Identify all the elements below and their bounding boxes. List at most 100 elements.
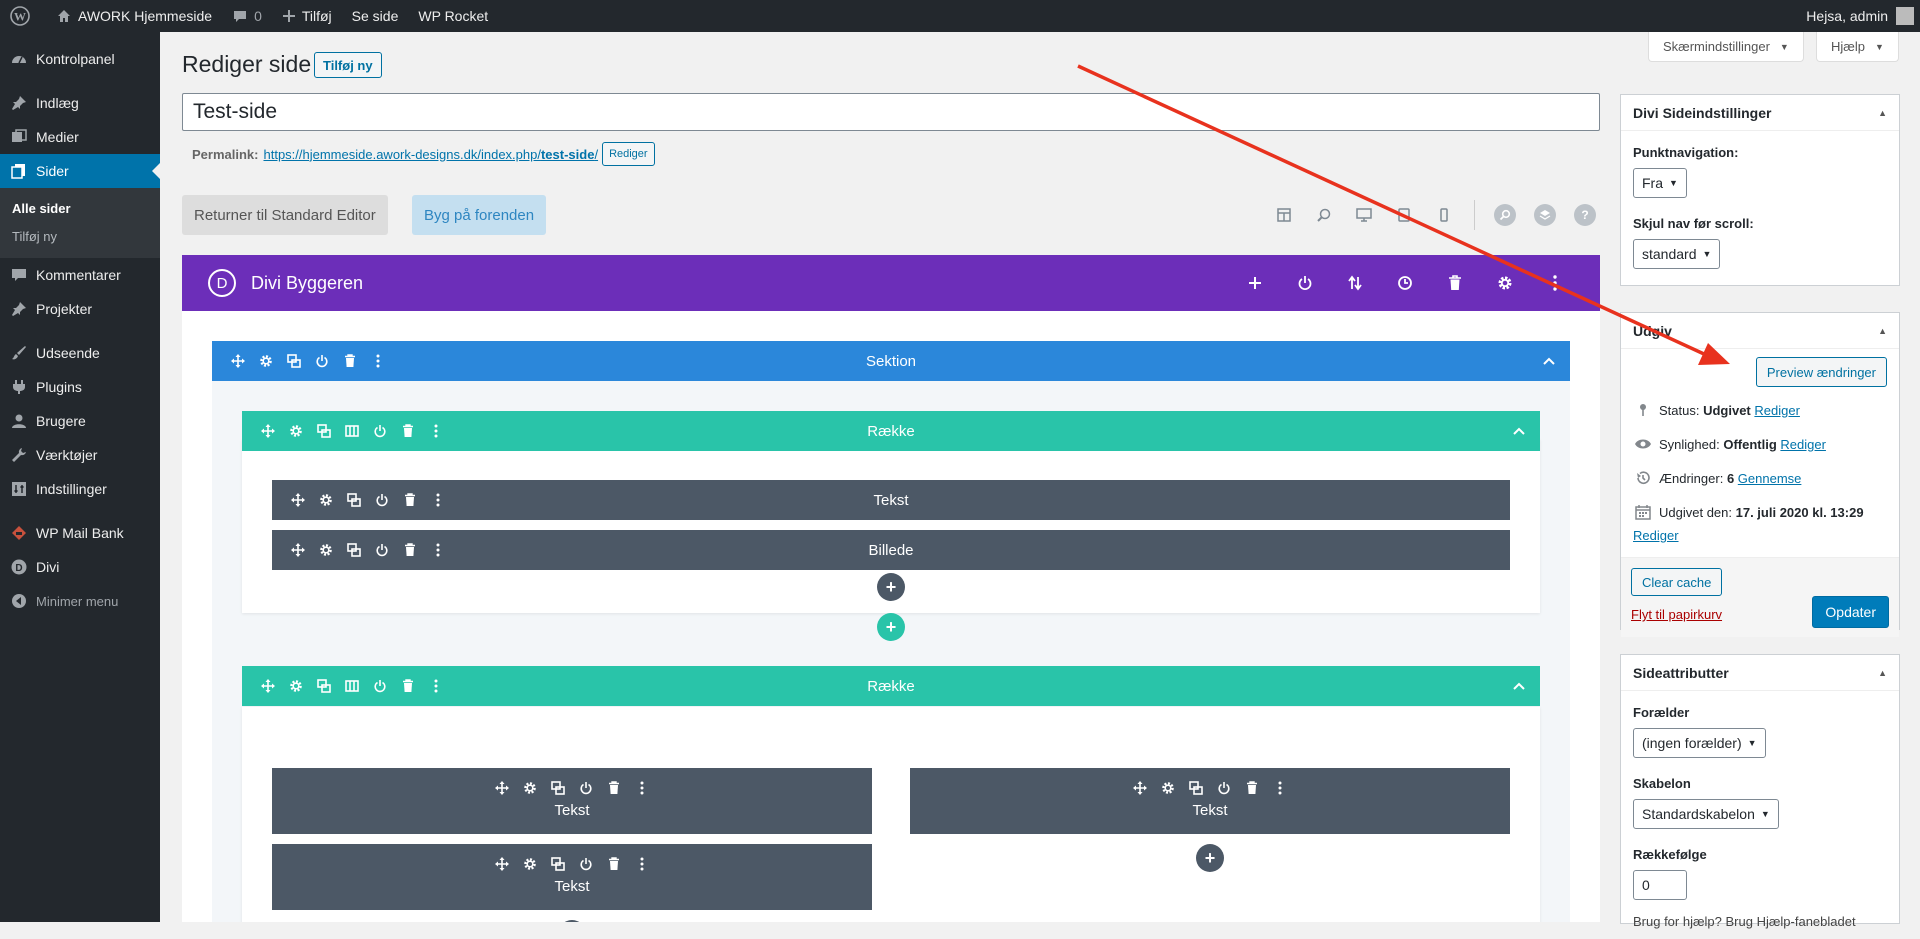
move-icon[interactable] <box>254 421 282 441</box>
new-content-link[interactable]: Tilføj <box>272 0 342 32</box>
visibility-edit-link[interactable]: Rediger <box>1780 437 1826 452</box>
wp-logo-icon[interactable]: W <box>0 0 46 32</box>
sidebar-item-wp-mail-bank[interactable]: WP Mail Bank <box>0 516 160 550</box>
box-header[interactable]: Udgiv ▲ <box>1621 313 1899 349</box>
wireframe-view-icon[interactable] <box>1264 200 1304 230</box>
search-icon[interactable] <box>1494 204 1516 226</box>
triangle-up-icon[interactable]: ▲ <box>1878 326 1887 336</box>
title-input[interactable]: Test-side <box>182 93 1600 131</box>
return-standard-editor-button[interactable]: Returner til Standard Editor <box>182 195 388 235</box>
duplicate-icon[interactable] <box>1182 778 1210 798</box>
move-icon[interactable] <box>254 676 282 696</box>
power-icon[interactable] <box>368 540 396 560</box>
duplicate-icon[interactable] <box>340 540 368 560</box>
module-text[interactable]: Tekst <box>272 768 872 834</box>
section-bar[interactable]: Sektion <box>212 341 1570 381</box>
gear-icon[interactable] <box>282 421 310 441</box>
build-frontend-button[interactable]: Byg på forenden <box>412 195 547 235</box>
sidebar-subitem-add-new[interactable]: Tilføj ny <box>0 222 160 250</box>
sidebar-item-pages[interactable]: Sider <box>0 154 160 188</box>
triangle-up-icon[interactable]: ▲ <box>1878 108 1887 118</box>
account-menu[interactable]: Hejsa, admin <box>1806 7 1920 25</box>
power-icon[interactable] <box>572 778 600 798</box>
add-module-button[interactable]: + <box>1196 844 1224 872</box>
sidebar-item-tools[interactable]: Værktøjer <box>0 438 160 472</box>
power-icon[interactable] <box>1210 778 1238 798</box>
trash-icon[interactable] <box>396 490 424 510</box>
dot-nav-select[interactable]: Fra ▼ <box>1633 168 1687 198</box>
gear-icon[interactable] <box>282 676 310 696</box>
move-icon[interactable] <box>284 540 312 560</box>
gear-icon[interactable] <box>312 490 340 510</box>
status-edit-link[interactable]: Rediger <box>1754 403 1800 418</box>
add-new-button[interactable]: Tilføj ny <box>314 52 382 78</box>
desktop-view-icon[interactable] <box>1344 200 1384 230</box>
chevron-up-icon[interactable] <box>1540 352 1558 370</box>
move-icon[interactable] <box>224 351 252 371</box>
add-icon[interactable] <box>1230 276 1280 290</box>
trash-icon[interactable] <box>394 676 422 696</box>
portability-icon[interactable] <box>1330 275 1380 291</box>
power-icon[interactable] <box>366 421 394 441</box>
layers-icon[interactable] <box>1534 204 1556 226</box>
module-image[interactable]: Billede <box>272 530 1510 570</box>
published-edit-link[interactable]: Rediger <box>1633 528 1679 543</box>
duplicate-icon[interactable] <box>280 351 308 371</box>
site-name-link[interactable]: AWORK Hjemmeside <box>46 0 222 32</box>
triangle-up-icon[interactable]: ▲ <box>1878 668 1887 678</box>
sidebar-item-posts[interactable]: Indlæg <box>0 86 160 120</box>
more-icon[interactable] <box>628 854 656 874</box>
add-module-button[interactable]: + <box>877 573 905 601</box>
gear-icon[interactable] <box>1154 778 1182 798</box>
sidebar-item-plugins[interactable]: Plugins <box>0 370 160 404</box>
more-icon[interactable] <box>1530 275 1580 291</box>
sidebar-item-media[interactable]: Medier <box>0 120 160 154</box>
gear-icon[interactable] <box>252 351 280 371</box>
power-icon[interactable] <box>572 854 600 874</box>
move-icon[interactable] <box>284 490 312 510</box>
trash-icon[interactable] <box>1238 778 1266 798</box>
box-header[interactable]: Sideattributter ▲ <box>1621 655 1899 691</box>
clear-cache-button[interactable]: Clear cache <box>1631 568 1723 596</box>
revisions-browse-link[interactable]: Gennemse <box>1738 471 1802 486</box>
sidebar-item-appearance[interactable]: Udseende <box>0 336 160 370</box>
move-icon[interactable] <box>488 778 516 798</box>
more-icon[interactable] <box>424 490 452 510</box>
power-icon[interactable] <box>308 351 336 371</box>
gear-icon[interactable] <box>312 540 340 560</box>
wp-rocket-link[interactable]: WP Rocket <box>408 0 498 32</box>
duplicate-icon[interactable] <box>310 676 338 696</box>
move-icon[interactable] <box>1126 778 1154 798</box>
gear-icon[interactable] <box>516 854 544 874</box>
gear-icon[interactable] <box>516 778 544 798</box>
power-icon[interactable] <box>366 676 394 696</box>
chevron-up-icon[interactable] <box>1510 677 1528 695</box>
update-button[interactable]: Opdater <box>1812 596 1889 628</box>
sidebar-item-comments[interactable]: Kommentarer <box>0 258 160 292</box>
columns-icon[interactable] <box>338 421 366 441</box>
module-text[interactable]: Tekst <box>910 768 1510 834</box>
move-to-trash-link[interactable]: Flyt til papirkurv <box>1631 607 1722 622</box>
sidebar-item-dashboard[interactable]: Kontrolpanel <box>0 42 160 76</box>
permalink-link[interactable]: https://hjemmeside.awork-designs.dk/inde… <box>263 147 598 162</box>
template-select[interactable]: Standardskabelon ▼ <box>1633 799 1779 829</box>
duplicate-icon[interactable] <box>544 854 572 874</box>
gear-icon[interactable] <box>1480 275 1530 291</box>
sidebar-item-settings[interactable]: Indstillinger <box>0 472 160 506</box>
help-button[interactable]: Hjælp ▼ <box>1816 32 1899 62</box>
sidebar-item-users[interactable]: Brugere <box>0 404 160 438</box>
collapse-menu-button[interactable]: Minimer menu <box>0 584 160 618</box>
box-header[interactable]: Divi Sideindstillinger ▲ <box>1621 95 1899 131</box>
trash-icon[interactable] <box>1430 275 1480 291</box>
columns-icon[interactable] <box>338 676 366 696</box>
module-text[interactable]: Tekst <box>272 844 872 910</box>
trash-icon[interactable] <box>394 421 422 441</box>
trash-icon[interactable] <box>600 854 628 874</box>
zoom-icon[interactable] <box>1304 200 1344 230</box>
move-icon[interactable] <box>488 854 516 874</box>
sidebar-item-projects[interactable]: Projekter <box>0 292 160 326</box>
module-text[interactable]: Tekst <box>272 480 1510 520</box>
phone-view-icon[interactable] <box>1424 200 1464 230</box>
more-icon[interactable] <box>424 540 452 560</box>
preview-changes-button[interactable]: Preview ændringer <box>1755 357 1887 387</box>
